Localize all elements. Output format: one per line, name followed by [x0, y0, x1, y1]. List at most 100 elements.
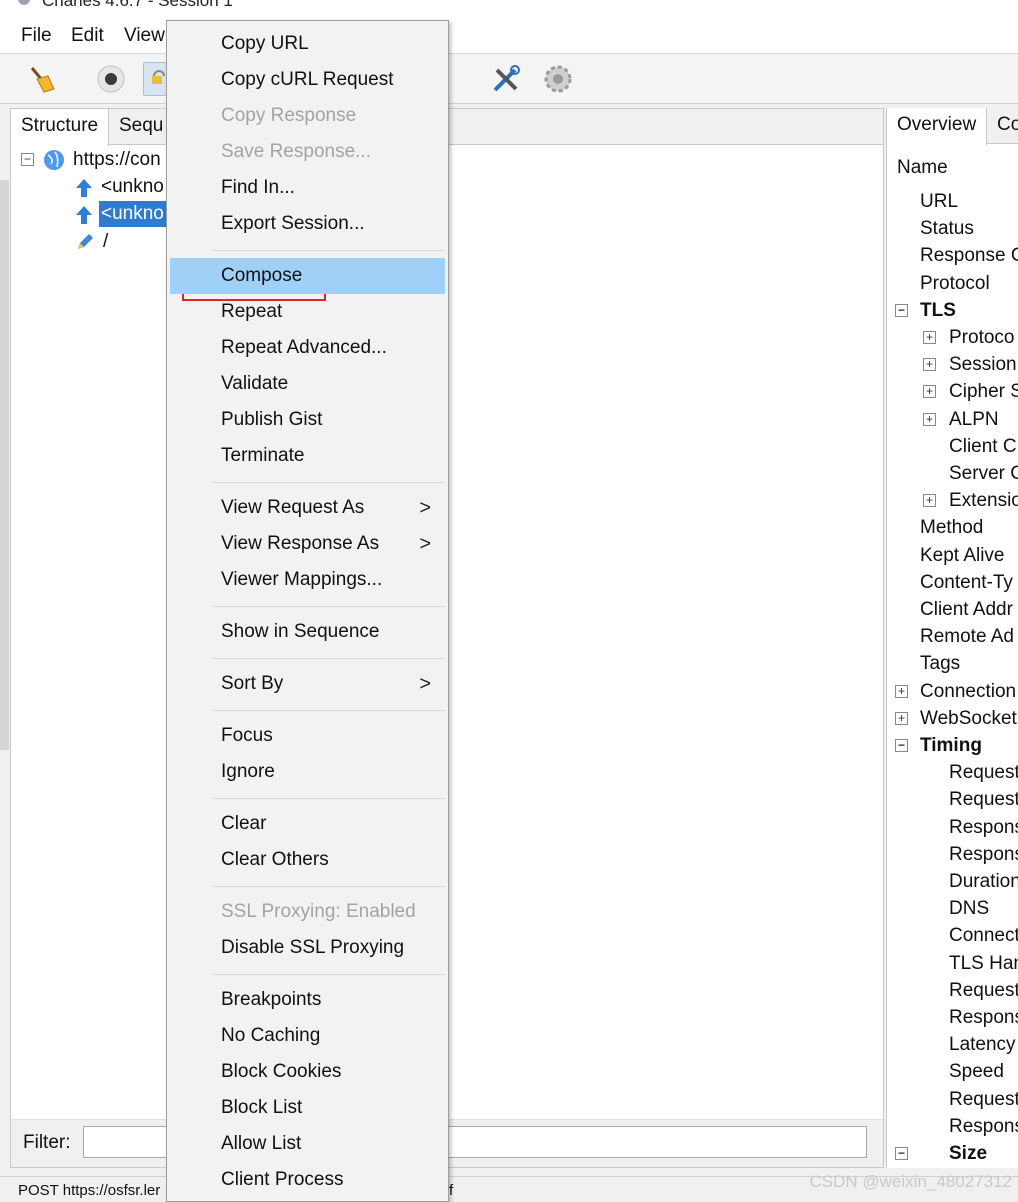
tab-contents[interactable]: Co [997, 114, 1018, 136]
overview-row: Response C [920, 242, 1018, 269]
menu-item-view-request-as[interactable]: View Request As > [170, 490, 445, 526]
tab-sequence[interactable]: Sequ [109, 109, 173, 145]
expand-icon[interactable]: + [923, 412, 936, 426]
menu-item-copy-curl-request[interactable]: Copy cURL Request [170, 62, 445, 98]
menu-item-repeat-advanced[interactable]: Repeat Advanced... [170, 330, 445, 366]
overview-row-label: Connection [920, 680, 1017, 702]
menu-separator [213, 606, 445, 607]
expand-icon[interactable]: + [923, 358, 936, 372]
menu-item-export-session[interactable]: Export Session... [170, 206, 445, 242]
overview-row: Method [920, 514, 983, 541]
menu-separator [213, 886, 445, 887]
overview-row: Speed [949, 1058, 1004, 1085]
record-icon[interactable] [94, 62, 128, 96]
menu-item-client-process[interactable]: Client Process [170, 1162, 445, 1198]
overview-row: ALPN + [923, 406, 999, 433]
menu-item-terminate[interactable]: Terminate [170, 438, 445, 474]
collapse-icon[interactable]: − [21, 153, 34, 166]
menu-item-repeat[interactable]: Repeat [170, 294, 445, 330]
menu-item-label: Compose [221, 265, 303, 286]
collapse-icon[interactable]: − [895, 1147, 908, 1160]
menu-item-label: Validate [221, 373, 289, 394]
menu-item-focus[interactable]: Focus [170, 718, 445, 754]
overview-row-label: Kept Alive [920, 544, 1005, 566]
window-title: Charles 4.6.7 - Session 1 [42, 0, 233, 10]
right-tabs: Overview Co [887, 108, 1018, 145]
overview-row: Respons [949, 841, 1018, 868]
overview-row: Client C [949, 433, 1017, 460]
overview-row: Status [920, 215, 974, 242]
menu-item-allow-list[interactable]: Allow List [170, 1126, 445, 1162]
overview-row-label: Response C [920, 245, 1018, 267]
overview-row: Protoco + [923, 324, 1014, 351]
overview-row: Kept Alive [920, 542, 1005, 569]
menu-item-sort-by[interactable]: Sort By > [170, 666, 445, 702]
menu-item-copy-url[interactable]: Copy URL [170, 26, 445, 62]
tools-icon[interactable] [489, 62, 523, 96]
menu-item-compose[interactable]: Compose [170, 258, 445, 294]
expand-icon[interactable]: + [923, 331, 936, 344]
collapse-icon[interactable]: − [895, 739, 908, 752]
overview-row-label: ALPN [949, 408, 999, 430]
overview-row-label: Speed [949, 1061, 1004, 1083]
menu-item-label: Focus [221, 725, 273, 746]
broom-icon[interactable] [24, 62, 58, 96]
overview-row: Request [949, 977, 1018, 1004]
menu-item-label: Ignore [221, 761, 275, 782]
tree-label: <unkno [99, 201, 166, 227]
overview-row: Latency [949, 1031, 1016, 1058]
toolbar [0, 54, 1018, 104]
menu-item-label: Disable SSL Proxying [221, 937, 405, 958]
menu-item-publish-gist[interactable]: Publish Gist [170, 402, 445, 438]
tab-overview[interactable]: Overview [887, 108, 988, 145]
settings-gear-icon[interactable] [541, 62, 575, 96]
menu-item-save-response: Save Response... [170, 134, 445, 170]
menu-item-breakpoints[interactable]: Breakpoints [170, 982, 445, 1018]
overview-row: Name [897, 154, 948, 181]
menu-separator [213, 798, 445, 799]
menu-item-label: Allow List [221, 1133, 302, 1154]
watermark: CSDN @weixin_48027312 [809, 1172, 1012, 1191]
status-text: POST https://osfsr.ler [18, 1182, 161, 1199]
expand-icon[interactable]: + [923, 385, 936, 399]
overview-row: Timing − [895, 732, 982, 759]
expand-icon[interactable]: + [895, 684, 908, 698]
menu-item-clear[interactable]: Clear [170, 806, 445, 842]
menu-edit[interactable]: Edit [71, 25, 104, 47]
collapse-icon[interactable]: − [895, 303, 908, 317]
menu-bar: File Edit View [0, 18, 1018, 54]
menu-item-view-response-as[interactable]: View Response As > [170, 526, 445, 562]
overview-row-label: Respons [949, 1115, 1018, 1137]
overview-row-label: TLS Han [949, 952, 1018, 974]
menu-file[interactable]: File [21, 25, 52, 47]
title-bar: Charles 4.6.7 - Session 1 [0, 0, 1018, 18]
overview-row: Duration [949, 868, 1018, 895]
menu-item-find-in[interactable]: Find In... [170, 170, 445, 206]
overview-row: Server C [949, 460, 1018, 487]
menu-item-disable-ssl-proxying[interactable]: Disable SSL Proxying [170, 930, 445, 966]
tab-structure[interactable]: Structure [11, 109, 110, 146]
overview-row-label: Server C [949, 463, 1018, 484]
submenu-arrow-icon: > [419, 533, 431, 555]
submenu-arrow-icon: > [419, 673, 431, 695]
expand-icon[interactable]: + [895, 711, 908, 725]
overview-row: Remote Ad [920, 623, 1014, 650]
overview-row-label: Respons [949, 1007, 1018, 1028]
expand-icon[interactable]: + [923, 494, 936, 508]
overview-row: Cipher S + [923, 378, 1018, 405]
menu-item-viewer-mappings[interactable]: Viewer Mappings... [170, 562, 445, 598]
menu-item-validate[interactable]: Validate [170, 366, 445, 402]
menu-item-block-cookies[interactable]: Block Cookies [170, 1054, 445, 1090]
menu-item-label: Find In... [221, 177, 295, 198]
overview-row-label: Tags [920, 653, 961, 675]
menu-separator [213, 974, 445, 975]
overview-row-label: Size [949, 1143, 988, 1164]
menu-item-clear-others[interactable]: Clear Others [170, 842, 445, 878]
menu-item-show-in-sequence[interactable]: Show in Sequence [170, 614, 445, 650]
menu-item-ignore[interactable]: Ignore [170, 754, 445, 790]
overview-row: DNS [949, 895, 989, 922]
menu-item-block-list[interactable]: Block List [170, 1090, 445, 1126]
menu-item-no-caching[interactable]: No Caching [170, 1018, 445, 1054]
menu-view[interactable]: View [124, 25, 165, 47]
overview-row-label: Request [949, 762, 1018, 784]
